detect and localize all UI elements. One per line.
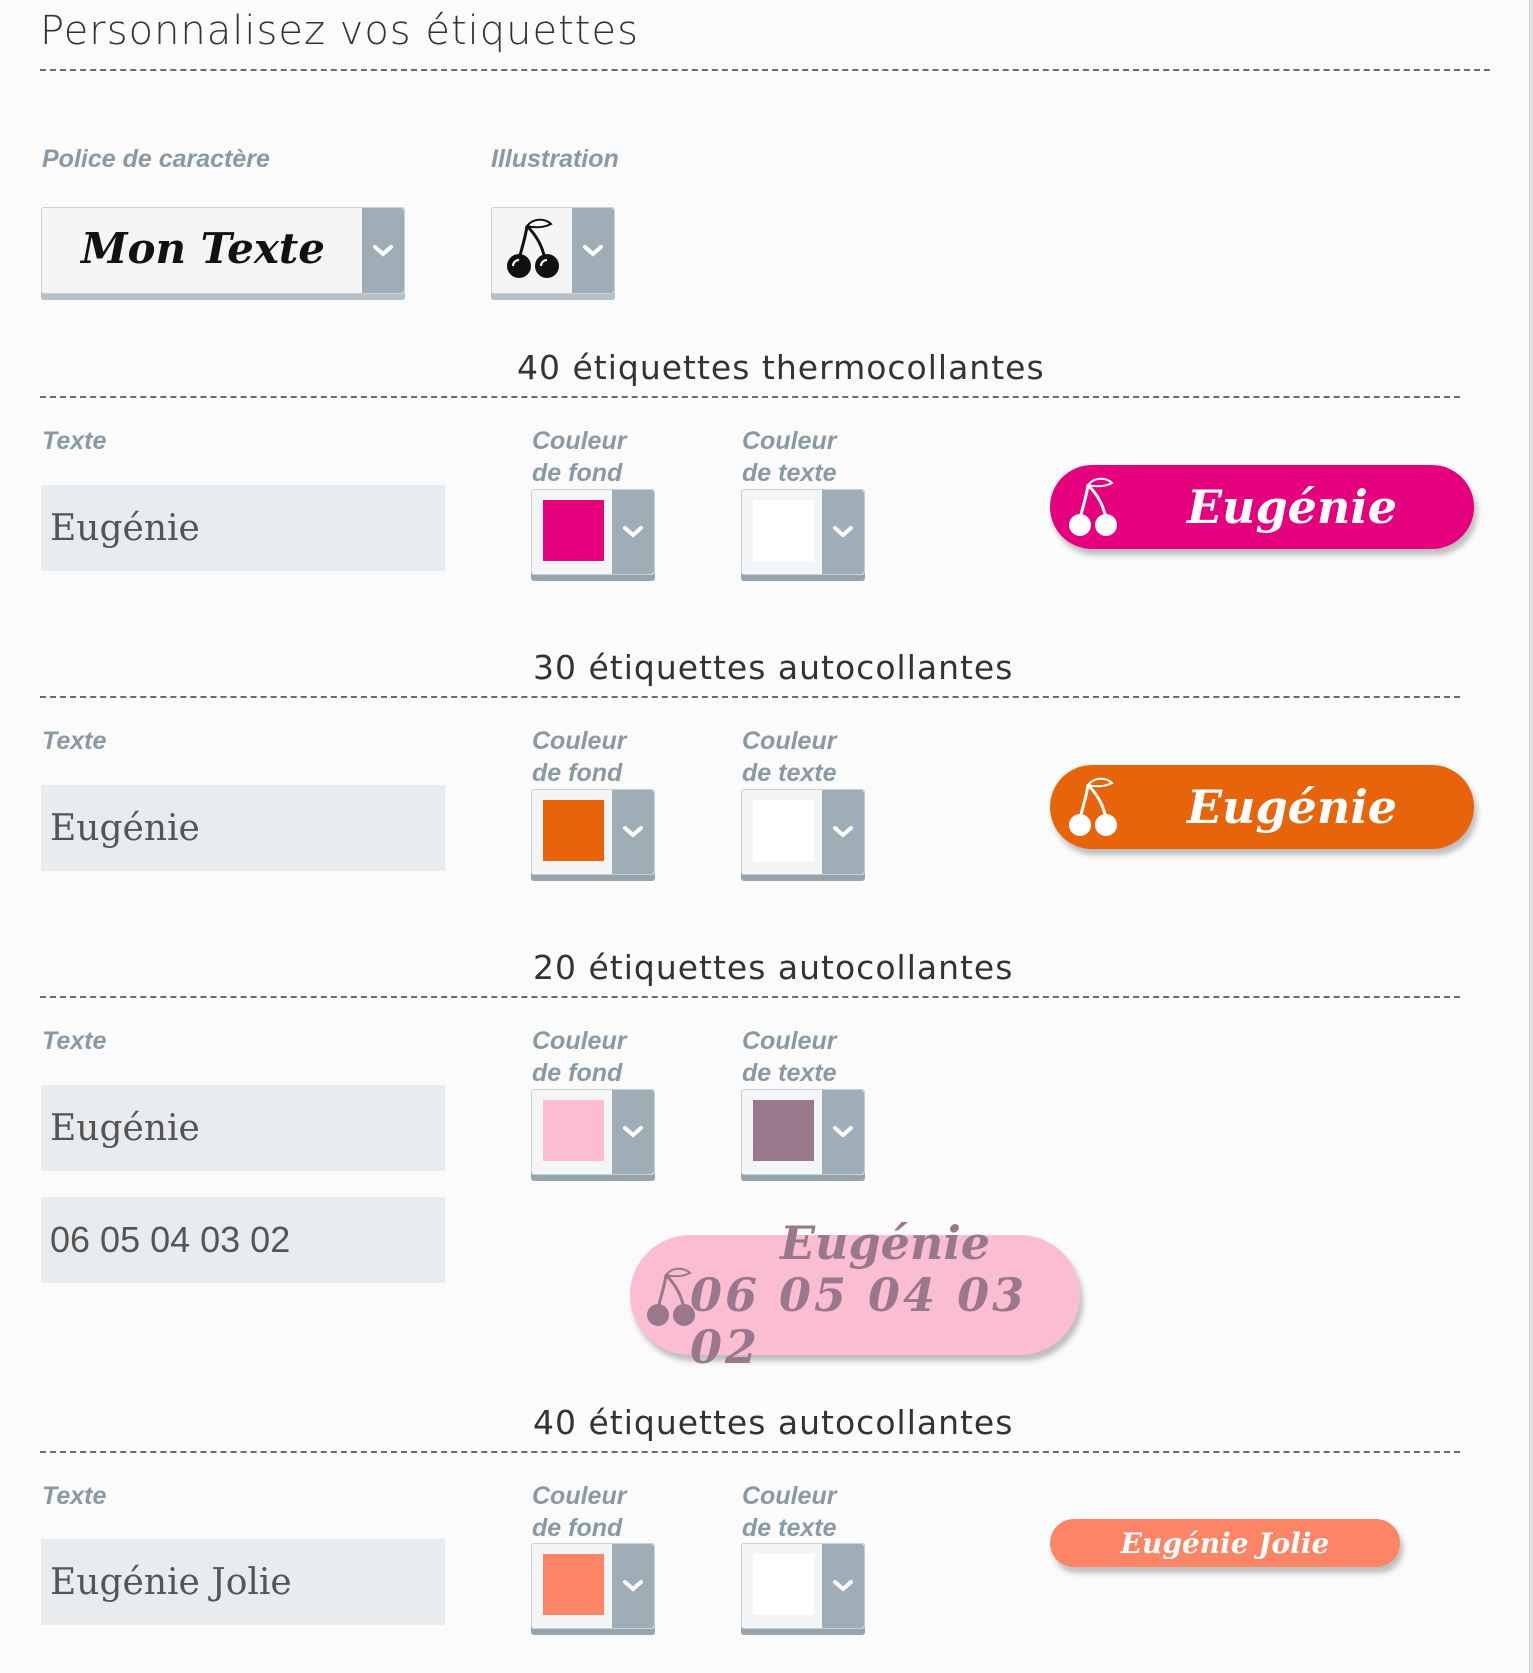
text-color-select[interactable] bbox=[741, 489, 865, 575]
label-preview-text: Eugénie Jolie bbox=[1120, 1526, 1330, 1560]
text-color-swatch bbox=[753, 500, 814, 561]
font-select[interactable]: Mon Texte bbox=[41, 207, 405, 294]
cherry-icon bbox=[498, 214, 570, 282]
chevron-down-icon[interactable] bbox=[822, 790, 864, 874]
font-label: Police de caractère bbox=[42, 145, 270, 173]
text-color-label-line1: Couleur bbox=[742, 427, 837, 455]
label-preview-text: Eugénie bbox=[1186, 480, 1398, 534]
text-label: Texte bbox=[42, 427, 107, 455]
section-title: 20 étiquettes autocollantes bbox=[533, 948, 1014, 987]
section-divider bbox=[40, 996, 1460, 998]
text-color-select[interactable] bbox=[741, 789, 865, 875]
text-label: Texte bbox=[42, 727, 107, 755]
chevron-down-icon[interactable] bbox=[822, 490, 864, 574]
text-input[interactable]: Eugénie Jolie bbox=[41, 1539, 445, 1625]
label-preview: Eugénie bbox=[1050, 765, 1474, 849]
chevron-down-icon[interactable] bbox=[612, 790, 654, 874]
bg-color-select[interactable] bbox=[531, 1089, 655, 1175]
section-title: 40 étiquettes thermocollantes bbox=[517, 348, 1045, 387]
bg-color-select[interactable] bbox=[531, 1543, 655, 1629]
illustration-label: Illustration bbox=[491, 145, 619, 173]
bg-color-swatch bbox=[543, 1554, 604, 1615]
section-divider bbox=[40, 396, 1460, 398]
text-label: Texte bbox=[42, 1027, 107, 1055]
title-divider bbox=[40, 69, 1490, 71]
page-title: Personnalisez vos étiquettes bbox=[40, 8, 639, 54]
text-color-label-line2: de texte bbox=[742, 759, 837, 787]
bg-color-label-line1: Couleur bbox=[532, 1482, 627, 1510]
text-color-swatch bbox=[753, 800, 814, 861]
text-color-label-line1: Couleur bbox=[742, 1027, 837, 1055]
text-input[interactable]: Eugénie bbox=[41, 485, 445, 571]
text-color-label-line2: de texte bbox=[742, 1059, 837, 1087]
chevron-down-icon[interactable] bbox=[612, 1090, 654, 1174]
bg-color-label-line2: de fond bbox=[532, 759, 623, 787]
text-input[interactable]: Eugénie bbox=[41, 785, 445, 871]
text-label: Texte bbox=[42, 1482, 107, 1510]
section-divider bbox=[40, 696, 1460, 698]
text-input[interactable]: Eugénie bbox=[41, 1085, 445, 1171]
cherry-icon bbox=[1069, 777, 1117, 836]
chevron-down-icon[interactable] bbox=[612, 1544, 654, 1628]
chevron-down-icon[interactable] bbox=[572, 208, 614, 293]
chevron-down-icon[interactable] bbox=[822, 1544, 864, 1628]
text-color-select[interactable] bbox=[741, 1089, 865, 1175]
text-color-select[interactable] bbox=[741, 1543, 865, 1629]
text-color-label-line1: Couleur bbox=[742, 1482, 837, 1510]
label-preview: Eugénie 06 05 04 03 02 bbox=[630, 1217, 1080, 1373]
bg-color-swatch bbox=[543, 500, 604, 561]
label-preview: Eugénie Jolie bbox=[1050, 1519, 1400, 1567]
chevron-down-icon[interactable] bbox=[362, 208, 404, 293]
text-color-label-line2: de texte bbox=[742, 459, 837, 487]
bg-color-label-line2: de fond bbox=[532, 1059, 623, 1087]
label-preview-text: Eugénie bbox=[779, 1216, 991, 1270]
chevron-down-icon[interactable] bbox=[822, 1090, 864, 1174]
text-color-swatch bbox=[753, 1100, 814, 1161]
bg-color-select[interactable] bbox=[531, 489, 655, 575]
text-color-label-line2: de texte bbox=[742, 1514, 837, 1542]
bg-color-label-line1: Couleur bbox=[532, 727, 627, 755]
page-edge bbox=[1529, 0, 1533, 1673]
section-divider bbox=[40, 1451, 1460, 1453]
bg-color-label-line2: de fond bbox=[532, 1514, 623, 1542]
phone-input[interactable]: 06 05 04 03 02 bbox=[41, 1197, 445, 1283]
bg-color-label-line2: de fond bbox=[532, 459, 623, 487]
cherry-icon bbox=[647, 1267, 695, 1326]
bg-color-label-line1: Couleur bbox=[532, 1027, 627, 1055]
bg-color-select[interactable] bbox=[531, 789, 655, 875]
label-preview-text: Eugénie bbox=[1186, 780, 1398, 834]
bg-color-label-line1: Couleur bbox=[532, 427, 627, 455]
text-color-swatch bbox=[753, 1554, 814, 1615]
section-title: 40 étiquettes autocollantes bbox=[533, 1403, 1014, 1442]
chevron-down-icon[interactable] bbox=[612, 490, 654, 574]
bg-color-swatch bbox=[543, 1100, 604, 1161]
cherry-icon bbox=[1069, 477, 1117, 536]
bg-color-swatch bbox=[543, 800, 604, 861]
illustration-select[interactable] bbox=[491, 207, 615, 294]
section-title: 30 étiquettes autocollantes bbox=[533, 648, 1014, 687]
text-color-label-line1: Couleur bbox=[742, 727, 837, 755]
label-preview: Eugénie bbox=[1050, 465, 1474, 549]
font-preview: Mon Texte bbox=[81, 223, 325, 273]
label-preview-phone: 06 05 04 03 02 bbox=[690, 1268, 1028, 1374]
